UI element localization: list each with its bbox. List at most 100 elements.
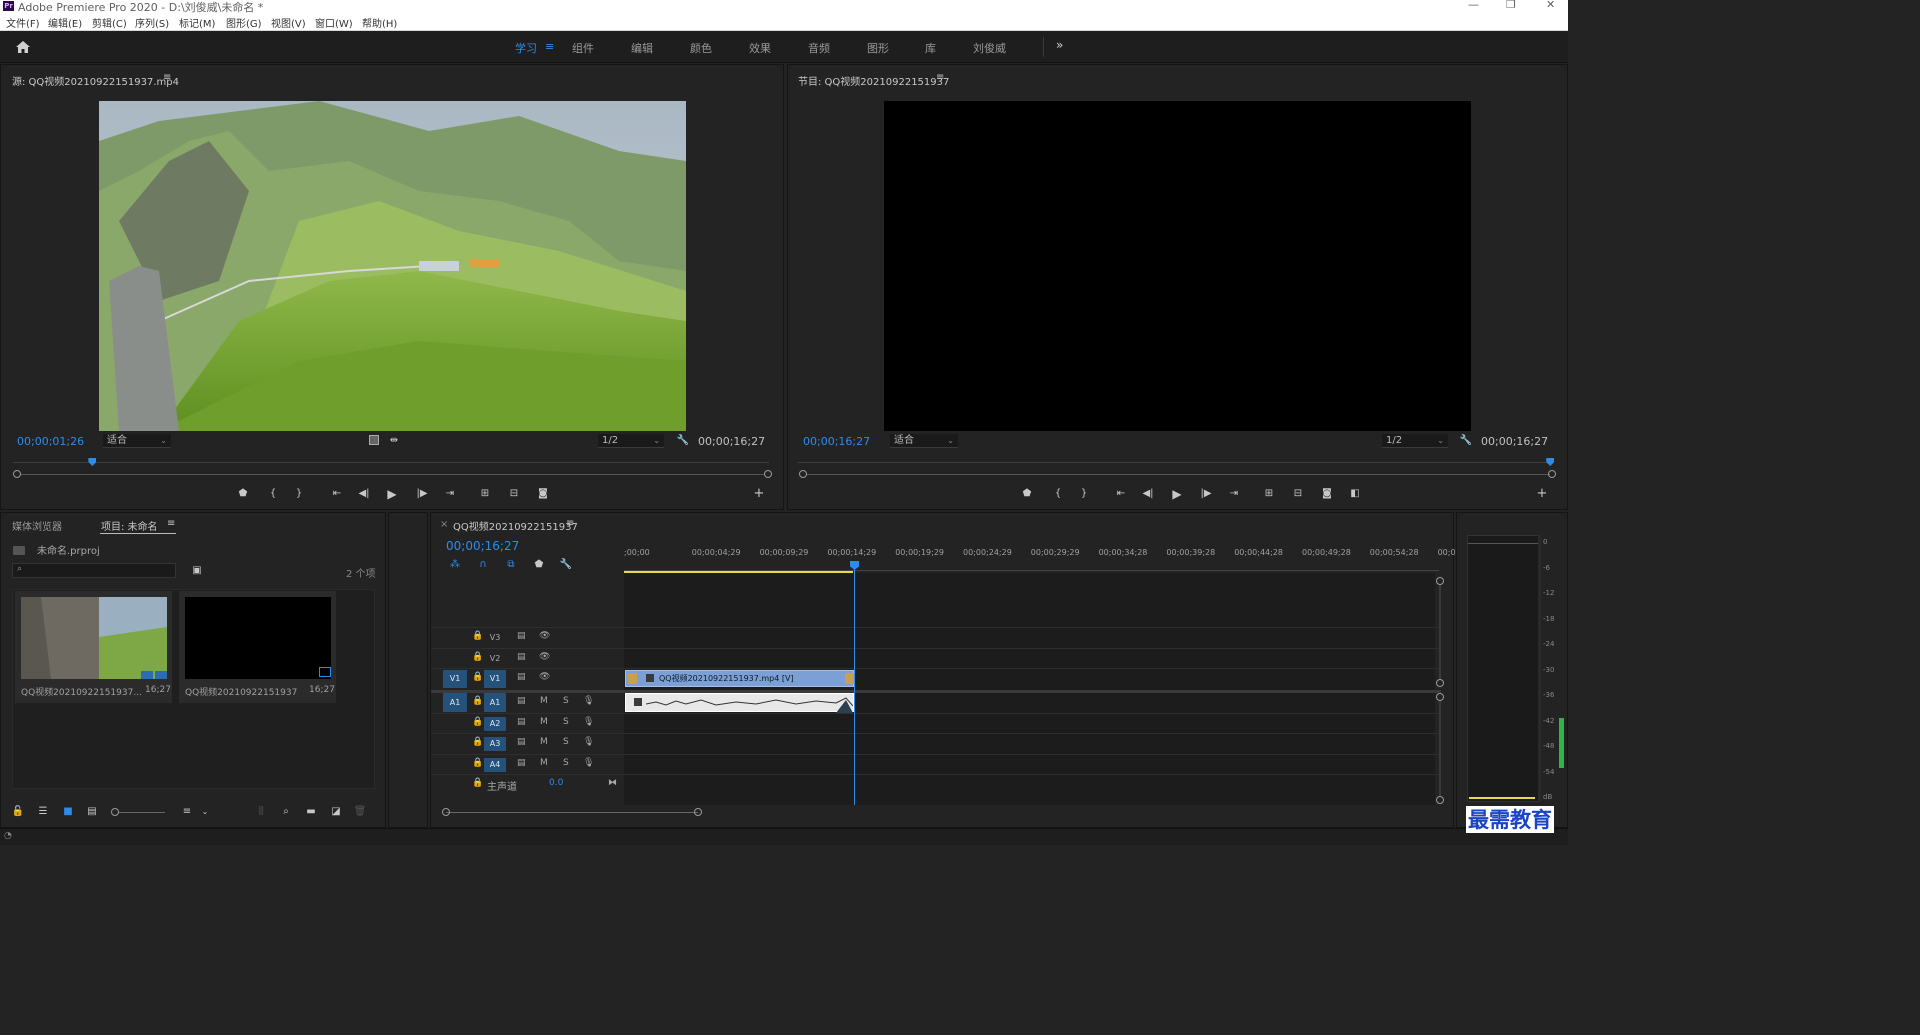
button-editor-icon[interactable]: + (751, 487, 767, 501)
workspace-audio[interactable]: 音频 (808, 40, 830, 56)
nest-icon[interactable]: ⁂ (447, 558, 463, 572)
track-target-a4[interactable]: A4 (484, 758, 506, 772)
track-target-v1[interactable]: V1 (484, 670, 506, 688)
workspace-overflow-icon[interactable]: » (1056, 38, 1063, 52)
source-video-frame[interactable] (99, 101, 686, 431)
source-current-timecode[interactable]: 00;00;01;26 (17, 435, 84, 448)
eye-icon[interactable]: 👁 (539, 652, 550, 662)
zoom-slider-track[interactable] (119, 812, 165, 813)
workspace-custom[interactable]: 刘俊威 (973, 40, 1006, 56)
new-item-icon[interactable]: ◪ (328, 805, 344, 819)
sort-icon[interactable]: ≡ (179, 805, 195, 819)
workspace-editing[interactable]: 编辑 (631, 40, 653, 56)
overwrite-icon[interactable]: ⊟ (506, 487, 522, 501)
sequence-tab[interactable]: QQ视频20210922151937 (453, 518, 578, 533)
lock-icon[interactable]: 🔓 (10, 805, 26, 819)
track-target-a2[interactable]: A2 (484, 717, 506, 731)
menu-view[interactable]: 视图(V) (271, 15, 306, 30)
minimize-icon[interactable]: — (1468, 0, 1479, 11)
mark-in-icon[interactable]: { (265, 487, 281, 501)
program-current-timecode[interactable]: 00;00;16;27 (803, 435, 870, 448)
sync-lock-icon[interactable]: ▤ (517, 672, 526, 682)
sync-lock-icon[interactable]: ▤ (517, 652, 526, 662)
vertical-scroll-handle-top[interactable] (1436, 577, 1444, 585)
track-lock-icon[interactable]: 🔒 (472, 758, 483, 768)
mark-in-icon[interactable]: { (1050, 487, 1066, 501)
sync-lock-icon[interactable]: ▤ (517, 717, 526, 727)
track-lock-icon[interactable]: 🔒 (472, 717, 483, 727)
track-lock-icon[interactable]: 🔒 (472, 631, 483, 641)
program-zoom-scrollbar[interactable] (806, 474, 1550, 475)
step-back-icon[interactable]: ◀| (1140, 487, 1156, 501)
step-forward-icon[interactable]: |▶ (414, 487, 430, 501)
sync-lock-icon[interactable]: ▤ (517, 696, 526, 706)
sync-lock-icon[interactable]: ▤ (517, 758, 526, 768)
project-item-card[interactable]: QQ视频20210922151937 16;27 (179, 591, 336, 703)
mute-button[interactable]: M (540, 737, 548, 747)
program-playhead[interactable] (1546, 458, 1555, 466)
workspace-menu-icon[interactable]: ≡ (545, 40, 554, 53)
source-resolution-select[interactable]: 1/2 ⌄ (598, 434, 664, 448)
microphone-icon[interactable]: 🎙 (583, 717, 594, 727)
source-zoom-handle-left[interactable] (13, 470, 21, 478)
step-back-icon[interactable]: ◀| (356, 487, 372, 501)
snap-icon[interactable]: ∩ (475, 558, 491, 572)
horizontal-scroll-handle-left[interactable] (442, 808, 450, 816)
extract-icon[interactable]: ⊟ (1290, 487, 1306, 501)
export-frame-icon[interactable]: ◙ (535, 487, 551, 501)
add-marker-icon[interactable]: ⬟ (531, 558, 547, 572)
project-search-input[interactable]: ⌕ (12, 563, 176, 578)
go-to-in-icon[interactable]: ⇤ (329, 487, 345, 501)
workspace-graphics[interactable]: 图形 (867, 40, 889, 56)
restore-icon[interactable]: ❐ (1506, 0, 1516, 11)
menu-sequence[interactable]: 序列(S) (135, 15, 169, 30)
workspace-libraries[interactable]: 库 (925, 40, 936, 56)
program-monitor-title[interactable]: 节目: QQ视频20210922151937 (798, 73, 949, 88)
linked-selection-icon[interactable]: ⧉ (503, 558, 519, 572)
mark-out-icon[interactable]: } (291, 487, 307, 501)
menu-marker[interactable]: 标记(M) (179, 15, 215, 30)
wrench-icon[interactable]: 🔧 (675, 434, 691, 448)
horizontal-zoom-scrollbar[interactable] (446, 812, 698, 813)
list-view-icon[interactable]: ☰ (35, 805, 51, 819)
menu-window[interactable]: 窗口(W) (315, 15, 353, 30)
add-marker-icon[interactable]: ⬟ (1019, 487, 1035, 501)
mark-out-icon[interactable]: } (1076, 487, 1092, 501)
workspace-effects[interactable]: 效果 (749, 40, 771, 56)
sync-lock-icon[interactable]: ▤ (517, 737, 526, 747)
eye-icon[interactable]: 👁 (539, 631, 550, 641)
add-marker-icon[interactable]: ⬟ (235, 487, 251, 501)
project-panel-menu-icon[interactable]: ≡ (167, 518, 175, 529)
workspace-assembly[interactable]: 组件 (572, 40, 594, 56)
audio-vertical-scrollbar[interactable] (1439, 701, 1441, 796)
video-vertical-scrollbar[interactable] (1439, 585, 1441, 679)
track-target-a1[interactable]: A1 (484, 693, 506, 712)
insert-icon[interactable]: ⊞ (477, 487, 493, 501)
timeline-playhead-line[interactable] (854, 563, 855, 805)
menu-help[interactable]: 帮助(H) (362, 15, 397, 30)
source-time-ruler[interactable] (13, 462, 769, 463)
audio-scroll-handle-bottom[interactable] (1436, 796, 1444, 804)
play-icon[interactable]: ▶ (384, 487, 400, 501)
microphone-icon[interactable]: 🎙 (583, 737, 594, 747)
chevron-down-icon[interactable]: ⌄ (197, 805, 213, 819)
project-item-card[interactable]: QQ视频20210922151937... 16;27 (15, 591, 172, 703)
video-clip[interactable]: QQ视频20210922151937.mp4 [V] (625, 670, 854, 687)
lift-icon[interactable]: ⊞ (1261, 487, 1277, 501)
sync-lock-icon[interactable]: ▤ (517, 631, 526, 641)
find-icon[interactable]: ⌕ (278, 805, 294, 819)
timeline-settings-wrench-icon[interactable]: 🔧 (558, 558, 574, 572)
workspace-learn[interactable]: 学习 (515, 40, 537, 56)
source-zoom-handle-right[interactable] (764, 470, 772, 478)
solo-button[interactable]: S (563, 717, 569, 727)
audio-scroll-handle-top[interactable] (1436, 693, 1444, 701)
timeline-ruler[interactable] (624, 563, 1439, 571)
program-resolution-select[interactable]: 1/2 ⌄ (1382, 434, 1448, 448)
solo-button[interactable]: S (563, 737, 569, 747)
track-lock-icon[interactable]: 🔒 (472, 737, 483, 747)
source-panel-menu-icon[interactable]: ≡ (163, 72, 171, 83)
new-bin-icon[interactable]: ▬ (303, 805, 319, 819)
go-to-out-icon[interactable]: ⇥ (442, 487, 458, 501)
play-icon[interactable]: ▶ (1169, 487, 1185, 501)
workspace-color[interactable]: 颜色 (690, 40, 712, 56)
